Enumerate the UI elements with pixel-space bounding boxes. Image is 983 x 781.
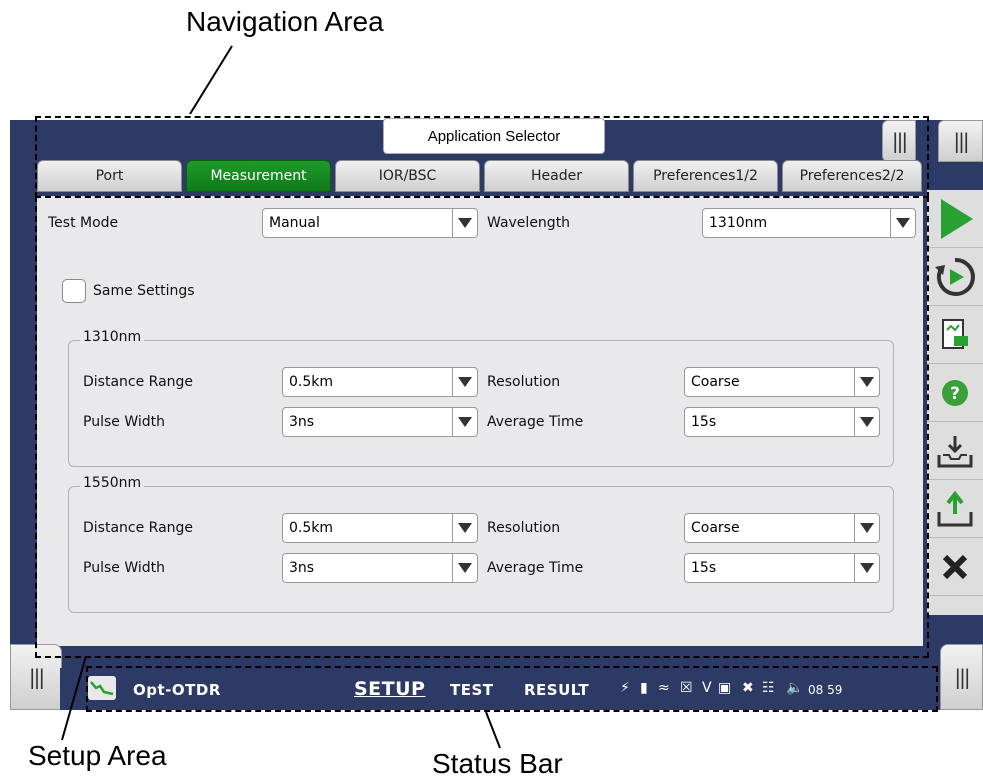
chevron-down-icon	[452, 408, 477, 436]
wavelength-dropdown[interactable]: 1310nm	[702, 208, 916, 238]
satellite-icon: ✖	[742, 680, 754, 696]
group-1310nm	[68, 340, 894, 467]
volume-icon: 🔈	[786, 680, 804, 696]
group-1310nm-title: 1310nm	[80, 329, 145, 345]
same-settings-checkbox[interactable]	[62, 279, 86, 303]
distance-range-1550-dropdown[interactable]: 0.5km	[282, 513, 478, 543]
save-icon	[937, 435, 973, 467]
status-bar-caption: Status Bar	[432, 748, 563, 779]
svg-text:?: ?	[950, 384, 960, 404]
load-button[interactable]	[927, 480, 983, 538]
otdr-app-icon	[88, 676, 116, 700]
chevron-down-icon	[854, 408, 879, 436]
close-button[interactable]	[927, 538, 983, 596]
right-action-bar: ?	[927, 190, 983, 615]
load-icon	[937, 490, 973, 526]
chevron-down-icon	[452, 209, 477, 237]
clock: 08 59	[808, 683, 843, 697]
pulse-width-label: Pulse Width	[83, 414, 165, 430]
resolution-1550-dropdown[interactable]: Coarse	[684, 513, 880, 543]
bluetooth-icon: ☒	[680, 680, 693, 696]
distance-range-1310-dropdown[interactable]: 0.5km	[282, 367, 478, 397]
save-button[interactable]	[927, 422, 983, 480]
bottom-right-menu-button[interactable]: |||	[940, 644, 983, 710]
pulse-width-label: Pulse Width	[83, 560, 165, 576]
same-settings-label: Same Settings	[93, 283, 195, 299]
average-time-value: 15s	[691, 560, 717, 576]
average-time-label: Average Time	[487, 560, 584, 576]
distance-range-label: Distance Range	[83, 374, 194, 390]
chevron-down-icon	[854, 368, 879, 396]
chevron-down-icon	[854, 554, 879, 582]
top-right-menu-button[interactable]: |||	[938, 120, 983, 162]
mode-result[interactable]: RESULT	[524, 681, 589, 699]
setup-area-caption: Setup Area	[28, 740, 167, 771]
report-button[interactable]	[927, 306, 983, 364]
vfl-icon: V	[702, 680, 712, 696]
app-name: Opt-OTDR	[133, 681, 221, 699]
repeat-start-button[interactable]	[927, 248, 983, 306]
group-1550nm	[68, 486, 894, 613]
application-selector[interactable]: Application Selector	[383, 118, 605, 154]
test-mode-dropdown[interactable]: Manual	[262, 208, 478, 238]
power-icon: ⚡	[620, 680, 630, 696]
top-menu-button[interactable]: |||	[882, 120, 916, 162]
tab-measurement[interactable]: Measurement	[186, 160, 331, 192]
tab-ior-bsc[interactable]: IOR/BSC	[335, 160, 480, 192]
network-icon: ☷	[762, 680, 775, 696]
distance-range-value: 0.5km	[289, 520, 334, 536]
navigation-area-caption: Navigation Area	[186, 6, 384, 37]
close-icon	[942, 554, 968, 579]
average-time-1310-dropdown[interactable]: 15s	[684, 407, 880, 437]
resolution-1310-dropdown[interactable]: Coarse	[684, 367, 880, 397]
average-time-label: Average Time	[487, 414, 584, 430]
distance-range-label: Distance Range	[83, 520, 194, 536]
chevron-down-icon	[854, 514, 879, 542]
average-time-value: 15s	[691, 414, 717, 430]
bottom-left-menu-button[interactable]: |||	[10, 644, 62, 710]
average-time-1550-dropdown[interactable]: 15s	[684, 553, 880, 583]
tab-port[interactable]: Port	[37, 160, 182, 192]
group-1550nm-title: 1550nm	[80, 475, 145, 491]
distance-range-value: 0.5km	[289, 374, 334, 390]
pulse-width-value: 3ns	[289, 560, 315, 576]
pulse-width-1550-dropdown[interactable]: 3ns	[282, 553, 478, 583]
wavelength-label: Wavelength	[487, 215, 571, 231]
mode-setup[interactable]: SETUP	[354, 678, 425, 700]
tab-preferences-1[interactable]: Preferences1/2	[633, 160, 778, 192]
resolution-label: Resolution	[487, 520, 561, 536]
mode-test[interactable]: TEST	[450, 681, 494, 699]
resolution-value: Coarse	[691, 520, 740, 536]
terminal-icon: ▣	[718, 680, 732, 696]
help-icon: ?	[942, 379, 968, 406]
chevron-down-icon	[452, 368, 477, 396]
start-button[interactable]	[927, 190, 983, 248]
resolution-label: Resolution	[487, 374, 561, 390]
test-mode-value: Manual	[269, 215, 320, 231]
pulse-width-1310-dropdown[interactable]: 3ns	[282, 407, 478, 437]
repeat-play-icon	[935, 257, 975, 296]
battery-icon: ▮	[640, 680, 648, 696]
wifi-icon: ≈	[658, 680, 670, 696]
help-button[interactable]: ?	[927, 364, 983, 422]
resolution-value: Coarse	[691, 374, 740, 390]
test-mode-label: Test Mode	[48, 215, 119, 231]
tab-header[interactable]: Header	[484, 160, 629, 192]
chevron-down-icon	[890, 209, 915, 237]
pulse-width-value: 3ns	[289, 414, 315, 430]
tab-preferences-2[interactable]: Preferences2/2	[782, 160, 922, 192]
chevron-down-icon	[452, 554, 477, 582]
chevron-down-icon	[452, 514, 477, 542]
play-icon	[941, 198, 973, 239]
report-icon	[942, 318, 968, 349]
wavelength-value: 1310nm	[709, 215, 768, 231]
